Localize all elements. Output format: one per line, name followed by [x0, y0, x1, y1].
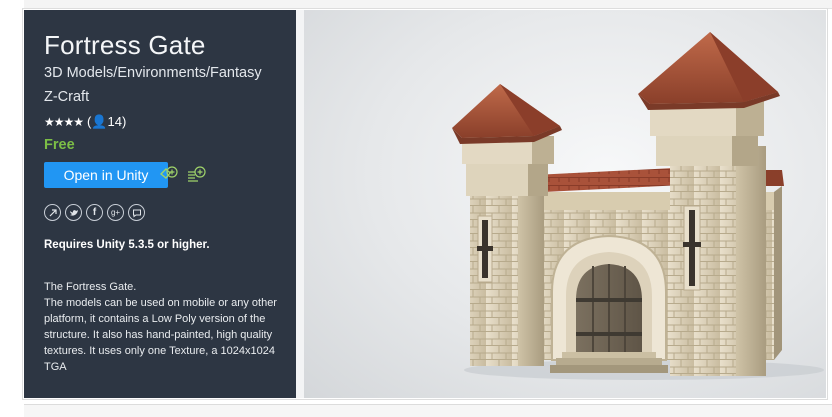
asset-description: The Fortress Gate. The models can be use… [44, 279, 284, 375]
open-in-unity-button[interactable]: Open in Unity [44, 162, 168, 188]
asset-info-panel: Fortress Gate 3D Models/Environments/Fan… [24, 10, 296, 398]
asset-category-link[interactable]: 3D Models/Environments/Fantasy [44, 65, 262, 81]
description-line: The Fortress Gate. [44, 281, 137, 293]
google-plus-icon[interactable]: g+ [107, 204, 124, 221]
facebook-icon[interactable]: f [86, 204, 103, 221]
bottom-strip [24, 404, 832, 417]
asset-preview-image[interactable] [304, 10, 826, 398]
fortress-gate-model [452, 32, 824, 380]
rating-count[interactable]: (👤14) [87, 114, 126, 130]
price: Free [44, 137, 75, 153]
rating-stars: ★★★★ [44, 115, 84, 129]
add-to-list-icon[interactable] [185, 164, 207, 186]
social-share-row: f g+ [44, 204, 145, 221]
asset-title: Fortress Gate [44, 30, 206, 60]
description-paragraph: The models can be used on mobile or any … [44, 297, 277, 373]
twitter-icon[interactable] [65, 204, 82, 221]
add-to-wishlist-icon[interactable] [157, 164, 179, 186]
share-icon[interactable] [44, 204, 61, 221]
preview-edge [296, 10, 304, 398]
comment-icon[interactable] [128, 204, 145, 221]
rating: ★★★★ (👤14) [44, 114, 126, 130]
unity-version-requirement: Requires Unity 5.3.5 or higher. [44, 239, 210, 251]
publisher-link[interactable]: Z-Craft [44, 89, 89, 105]
